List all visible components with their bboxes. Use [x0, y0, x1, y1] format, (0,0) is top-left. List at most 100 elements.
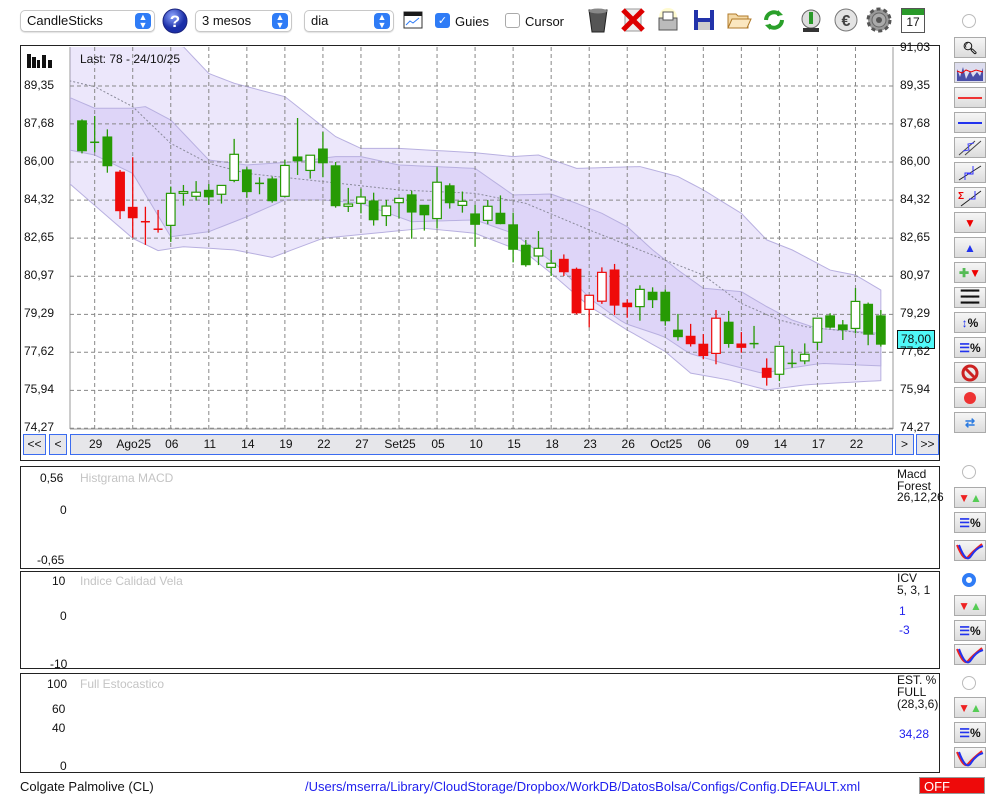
red-down-arrow-icon: ▼ [969, 265, 981, 280]
record-button[interactable] [954, 387, 986, 408]
icv-params: 5, 3, 1 [897, 583, 931, 597]
trendline-tool-button[interactable] [954, 162, 986, 183]
macd-curve-button[interactable] [954, 540, 986, 561]
icv-value-1: 1 [899, 604, 906, 618]
candle-body [127, 206, 138, 219]
candle-body [102, 136, 113, 167]
date-tick-label: Ago25 [116, 437, 152, 451]
icv-title: Indice Calidad Vela [80, 574, 183, 588]
price-tick-right: 91,03 [900, 40, 931, 54]
sync-arrows-icon: ⇄ [964, 415, 976, 430]
date-tick-label: 19 [279, 437, 293, 451]
candle-body [698, 343, 709, 357]
date-tick-label: 29 [88, 437, 103, 451]
candle-body [533, 247, 544, 257]
price-tick-right: 79,29 [900, 306, 931, 321]
candle-body [736, 343, 747, 348]
nav-next-button[interactable]: > [895, 434, 914, 455]
price-tick-left: 84,32 [24, 192, 55, 207]
chart-overview-button[interactable] [954, 62, 986, 83]
lines-icon: ☰ [959, 515, 971, 530]
date-tick-label: 06 [165, 437, 179, 451]
candle-body [381, 205, 392, 217]
candle-body [596, 271, 607, 302]
zoom-tool-button[interactable]: 🔍︎ [954, 37, 986, 58]
candle-body [470, 213, 480, 225]
icv-levels-button[interactable]: ☰% [954, 620, 986, 641]
date-tick-label: 18 [545, 437, 559, 451]
price-tick-left: 82,65 [24, 230, 55, 245]
refresh-chart-button[interactable]: ⇄ [954, 412, 986, 433]
green-up-arrow-icon: ▲ [970, 700, 982, 715]
date-tick-label: 11 [203, 437, 217, 451]
candle-body [673, 329, 683, 338]
icv-signals-button[interactable]: ▼ ▲ [954, 595, 986, 616]
price-tick-right: 74,27 [900, 420, 931, 435]
macd-tick: 0,56 [40, 471, 64, 485]
stochastic-panel-radio[interactable] [962, 676, 976, 690]
status-toggle-off[interactable]: OFF [919, 777, 985, 794]
nav-last-button[interactable]: >> [916, 434, 939, 455]
candle-body [457, 200, 468, 206]
candle-body [647, 291, 658, 301]
add-signal-button[interactable]: ✚ ▼ [954, 262, 986, 283]
channel-icon [958, 140, 982, 155]
last-price-label: Last: 78 - 24/10/25 [80, 52, 181, 66]
stochastic-levels-button[interactable]: ☰% [954, 722, 986, 743]
price-tick-right: 86,00 [900, 154, 931, 169]
config-path-link[interactable]: /Users/mserra/Library/CloudStorage/Dropb… [305, 779, 860, 794]
macd-levels-button[interactable]: ☰% [954, 512, 986, 533]
candle-body [495, 212, 506, 225]
price-tick-left: 80,97 [24, 268, 55, 283]
sigma-trendline-button[interactable]: Σ [954, 187, 986, 208]
stochastic-signals-button[interactable]: ▼ ▲ [954, 697, 986, 718]
sell-signal-button[interactable]: ▼ [954, 212, 986, 233]
candle-body [660, 291, 671, 322]
stochastic-tick: 40 [52, 721, 66, 735]
stop-button[interactable] [954, 362, 986, 383]
line-percent-button[interactable]: ☰% [954, 337, 986, 358]
candle-body [77, 120, 87, 152]
candle-body [850, 300, 861, 330]
red-down-arrow-icon: ▼ [958, 490, 970, 505]
fibonacci-lines-button[interactable]: ━━━ ━━━ ━━━ [954, 285, 986, 309]
candle-body [635, 288, 645, 308]
candle-body [305, 154, 316, 172]
price-tick-right: 89,35 [900, 77, 931, 92]
nav-prev-button[interactable]: < [49, 434, 67, 455]
icv-panel-radio[interactable] [962, 573, 976, 587]
macd-title: Histgrama MACD [80, 471, 174, 485]
candle-body [508, 224, 519, 250]
percent-range-button[interactable]: ↕% [954, 312, 986, 333]
lines-icon: ☰ [959, 725, 971, 740]
price-tick-right: 75,94 [900, 382, 931, 397]
icv-curve-button[interactable] [954, 644, 986, 665]
price-tick-right: 82,65 [900, 230, 931, 245]
nav-first-button[interactable]: << [23, 434, 46, 455]
candle-body [711, 317, 721, 354]
channel-tool-button[interactable] [954, 137, 986, 158]
red-horizontal-line-button[interactable] [954, 87, 986, 108]
candle-body [875, 315, 886, 345]
candle-body [292, 156, 303, 162]
blue-horizontal-line-button[interactable] [954, 112, 986, 133]
magnifier-icon: 🔍︎ [962, 40, 978, 55]
price-tick-right: 87,68 [900, 115, 931, 130]
date-tick-label: 22 [849, 437, 864, 451]
curve-icon [956, 542, 984, 559]
stochastic-tick: 100 [47, 677, 68, 691]
price-tick-left: 89,35 [24, 77, 55, 92]
date-axis-scrollbar[interactable]: 29 Ago25 06 11 14 19 22 27 Set25 05 10 15 18 23 26 Oct2… [70, 434, 893, 455]
dashed-lines-icon: ━━━ ━━━ ━━━ [960, 285, 980, 309]
percent-icon: % [970, 725, 981, 740]
price-tick-left: 86,00 [24, 154, 55, 169]
date-tick-label: 14 [241, 437, 255, 451]
bar-chart-icon[interactable] [25, 50, 57, 70]
macd-signals-button[interactable]: ▼ ▲ [954, 487, 986, 508]
red-line-icon [958, 96, 982, 99]
candle-body [723, 321, 734, 345]
candle-body [432, 181, 442, 220]
macd-panel-radio[interactable] [962, 465, 976, 479]
buy-signal-button[interactable]: ▲ [954, 237, 986, 258]
stochastic-curve-button[interactable] [954, 747, 986, 768]
